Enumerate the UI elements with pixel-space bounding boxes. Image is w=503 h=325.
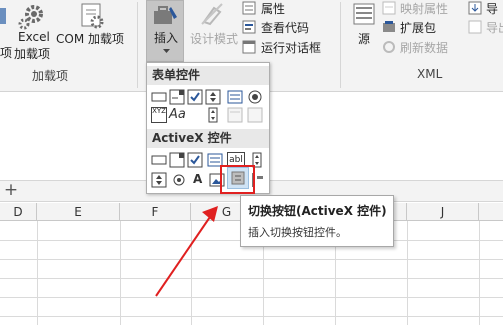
combo-box-control-icon[interactable] [169,89,185,105]
run-dialog-label: 运行对话框 [261,41,322,55]
button-control-icon[interactable] [151,89,167,105]
addins-group-label: 加载项 [32,69,69,83]
grid-line [479,221,480,325]
grid-line [120,221,121,325]
toolbox-icon [154,6,177,24]
add-sheet-button[interactable]: + [2,181,20,199]
partial-icon [0,8,6,24]
properties-button[interactable]: 属性 [242,0,334,18]
refresh-data-label: 刷新数据 [400,41,449,55]
view-code-button[interactable]: 查看代码 [242,19,334,37]
map-properties-icon [382,1,396,15]
control-tooltip: 切换按钮(ActiveX 控件) 插入切换按钮控件。 [240,195,394,247]
grid-line [0,259,503,260]
com-addins-label: COM 加载项 [56,32,124,46]
insert-controls-button[interactable]: 插入 [146,0,184,62]
excel-window: 项 Excel 加载项 COM 加载项 加载项 插入 设计模式 属性 查看代码 … [0,0,503,325]
grid-line [37,221,38,325]
source-label: 源 [358,32,371,46]
run-dialog-button[interactable]: 运行对话框 [242,39,334,57]
annotation-arrow [155,206,218,297]
column-header-e[interactable]: E [37,203,120,221]
xml-group-label: XML [417,67,443,81]
map-properties-button[interactable]: 映射属性 [382,0,466,18]
properties-label: 属性 [261,2,286,16]
tooltip-title: 切换按钮(ActiveX 控件) [248,204,387,218]
spin-button-control-icon[interactable] [205,89,221,105]
expansion-packs-icon [383,21,395,32]
tooltip-description: 插入切换按钮控件。 [248,226,347,239]
grid-line [407,221,408,325]
highlight-box [220,165,255,194]
export-icon [468,20,482,34]
map-properties-label: 映射属性 [400,2,449,16]
activex-spin-button-icon[interactable] [151,172,167,188]
design-mode-label: 设计模式 [190,32,239,46]
partial-label: 项 [0,46,13,60]
group-divider [340,2,341,88]
column-header-j[interactable]: J [407,203,479,221]
expansion-packs-button[interactable]: 扩展包 [382,19,466,37]
activex-checkbox-icon[interactable] [187,152,203,168]
run-dialog-icon [242,40,256,54]
view-code-label: 查看代码 [261,21,310,35]
view-code-icon [242,20,256,34]
source-button[interactable]: 源 [350,2,378,52]
grid-line [0,278,503,279]
activex-label-icon[interactable]: A [193,172,202,186]
export-label: 导出 [486,21,503,35]
excel-addins-label-1: Excel [18,30,50,44]
group-divider [137,2,138,88]
activex-option-button-icon[interactable] [171,172,187,188]
activex-controls-header: ActiveX 控件 [147,129,269,148]
com-addins-icon [81,3,104,29]
design-mode-button[interactable]: 设计模式 [188,2,240,52]
label-control-icon[interactable]: Aa [169,107,186,122]
refresh-data-icon [383,41,395,53]
gear-icon [18,5,43,30]
excel-addins-label-2: 加载项 [14,47,51,61]
group-box-control-icon[interactable]: XYZ [151,107,167,123]
grid-line [0,297,503,298]
list-box-control-icon[interactable] [227,89,243,105]
com-addins-button[interactable]: COM 加载项 [56,2,128,62]
import-icon [468,1,482,15]
activex-button-icon[interactable] [151,152,167,168]
form-controls-header: 表单控件 [147,66,269,85]
refresh-data-button[interactable]: 刷新数据 [382,39,466,57]
activex-combo-box-icon[interactable] [169,152,185,168]
text-field-control-icon[interactable] [227,107,243,123]
import-label: 导 [486,2,499,16]
dialog-control-icon[interactable] [247,107,263,123]
grid-line [0,316,503,317]
excel-addins-button[interactable]: Excel 加载项 [14,2,50,62]
insert-label: 插入 [154,31,179,45]
chevron-down-icon [163,49,170,53]
scroll-bar-control-icon[interactable] [205,107,221,123]
export-button[interactable]: 导出 [468,19,503,37]
import-button[interactable]: 导 [468,0,503,18]
option-button-control-icon[interactable] [247,89,263,105]
properties-icon [242,1,256,15]
design-mode-icon [201,3,223,26]
source-icon [353,3,375,25]
checkbox-control-icon[interactable] [187,89,203,105]
column-header-partial[interactable] [479,203,503,221]
expansion-packs-label: 扩展包 [400,21,437,35]
column-header-d[interactable]: D [0,203,37,221]
